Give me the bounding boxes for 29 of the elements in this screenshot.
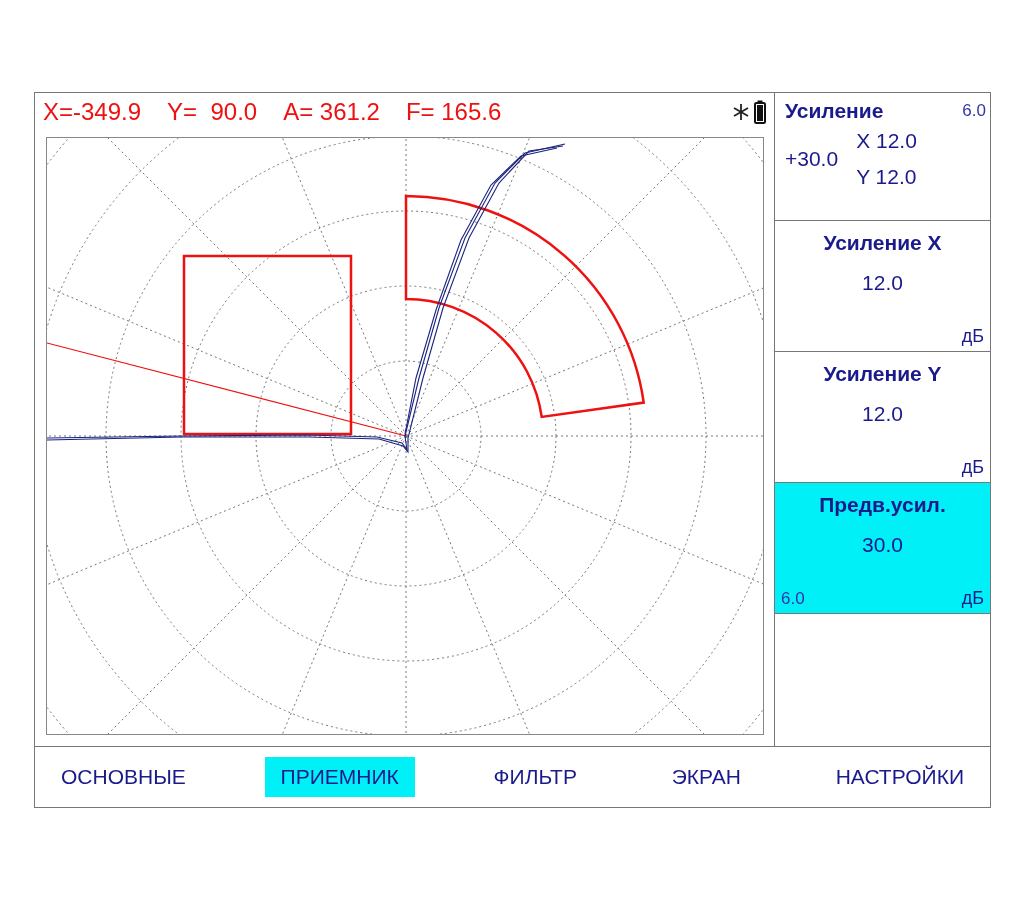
gain-y-value: Y 12.0	[856, 165, 917, 189]
parameter-unit: дБ	[961, 588, 984, 609]
parameter-title: Усиление Y	[823, 362, 942, 386]
parameter-unit: дБ	[961, 457, 984, 478]
parameter-panel[interactable]: Усиление X 12.0 дБ	[775, 221, 990, 352]
battery-icon	[754, 100, 766, 124]
total-gain: +30.0	[785, 147, 839, 171]
menu-tab[interactable]: ФИЛЬТР	[477, 757, 593, 797]
menu-tab[interactable]: ОСНОВНЫЕ	[45, 757, 202, 797]
gain-title: Усиление	[785, 99, 884, 123]
parameter-title: Предв.усил.	[819, 493, 946, 517]
parameter-title: Усиление X	[823, 231, 942, 255]
gain-summary-panel[interactable]: Усиление 6.0 +30.0 X 12.0 Y 12.0	[775, 93, 990, 221]
reading: A= 361.2	[283, 98, 380, 126]
parameter-panel[interactable]: Предв.усил. 30.0 6.0 дБ	[775, 483, 990, 614]
parameter-unit: дБ	[961, 326, 984, 347]
menu-tab[interactable]: ПРИЕМНИК	[264, 757, 415, 797]
parameter-value: 30.0	[862, 533, 903, 557]
gain-step: 6.0	[962, 101, 986, 121]
reading: X=-349.9	[43, 98, 142, 126]
parameter-value: 12.0	[862, 402, 903, 426]
gain-x-value: X 12.0	[856, 129, 917, 153]
parameter-step: 6.0	[781, 589, 805, 609]
reading: Y= 90.0	[167, 98, 258, 126]
menu-tab[interactable]: НАСТРОЙКИ	[819, 757, 980, 797]
asterisk-icon	[732, 103, 750, 121]
reading: F= 165.6	[405, 98, 502, 126]
parameter-value: 12.0	[862, 271, 903, 295]
menu-tab[interactable]: ЭКРАН	[655, 757, 757, 797]
